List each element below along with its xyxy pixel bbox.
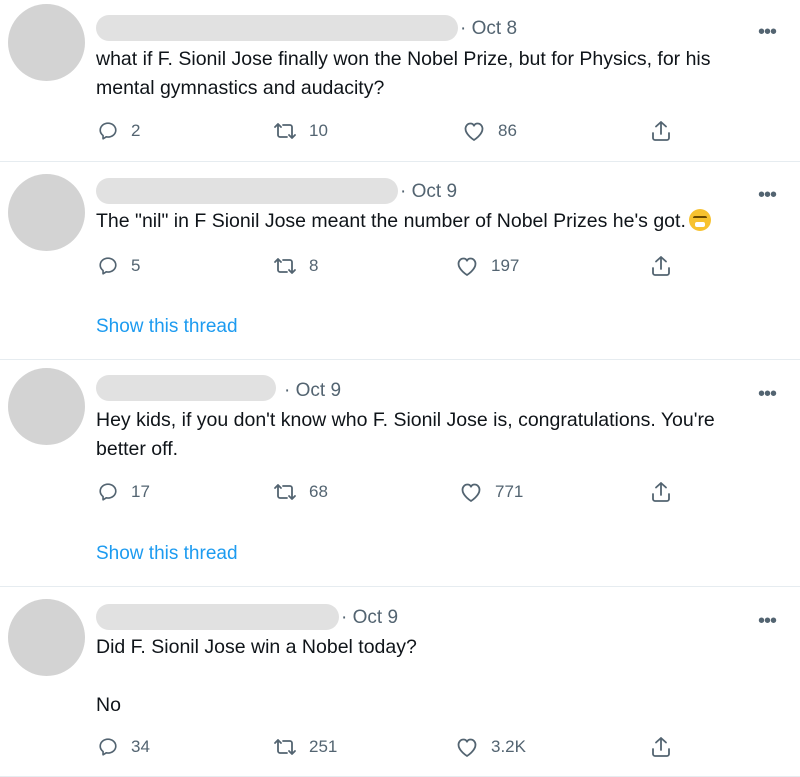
tweet-text-paragraph: No [96,694,121,716]
retweet-count: 68 [309,482,328,501]
more-icon[interactable]: ••• [758,185,777,205]
tweet-text: Hey kids, if you don't know who F. Sioni… [96,406,756,464]
timestamp[interactable]: · Oct 8 [460,18,517,40]
timestamp[interactable]: · Oct 9 [284,380,341,402]
share-icon [652,737,670,757]
show-thread-link[interactable]: Show this thread [96,543,238,565]
tweet-text: The "nil" in F Sionil Jose meant the num… [96,207,756,236]
avatar[interactable] [8,368,85,445]
reply-icon [99,122,117,140]
avatar[interactable] [8,4,85,81]
reply-icon [99,257,117,275]
tweet-text-paragraph: Did F. Sionil Jose win a Nobel today? [96,636,417,658]
like-icon [457,738,477,757]
reply-button[interactable]: 34 [97,736,150,758]
retweet-icon [274,123,296,139]
timestamp[interactable]: · Oct 9 [341,607,398,629]
retweet-button[interactable]: 10 [273,120,328,142]
retweet-button[interactable]: 68 [273,481,328,503]
more-icon[interactable]: ••• [758,384,777,404]
share-icon [652,121,670,141]
like-button[interactable]: 771 [459,481,523,503]
show-thread-link[interactable]: Show this thread [96,316,238,338]
share-button[interactable] [650,735,672,759]
like-count: 3.2K [491,737,526,756]
tweet[interactable]: · Oct 8 ••• what if F. Sionil Jose final… [0,0,800,162]
avatar[interactable] [8,599,85,676]
more-icon[interactable]: ••• [758,611,777,631]
share-button[interactable] [650,480,672,504]
tweet-text-paragraph: The "nil" in F Sionil Jose meant the num… [96,207,756,236]
tweet-text: what if F. Sionil Jose finally won the N… [96,45,756,103]
share-button[interactable] [650,254,672,278]
tweet-text-content: The "nil" in F Sionil Jose meant the num… [96,210,686,232]
retweet-icon [274,484,296,500]
reply-count: 34 [131,737,150,756]
reply-count: 2 [131,121,141,140]
retweet-button[interactable]: 251 [273,736,337,758]
like-button[interactable]: 86 [462,120,517,142]
author-name-redacted[interactable] [96,15,458,41]
tweet[interactable]: · Oct 9 ••• The "nil" in F Sionil Jose m… [0,162,800,360]
retweet-count: 8 [309,256,319,275]
tweet[interactable]: · Oct 9 ••• Did F. Sionil Jose win a Nob… [0,587,800,777]
avatar[interactable] [8,174,85,251]
retweet-count: 251 [309,737,338,756]
retweet-icon [274,258,296,274]
more-icon[interactable]: ••• [758,22,777,42]
like-icon [461,483,481,502]
tweet-text-paragraph: Hey kids, if you don't know who F. Sioni… [96,409,715,460]
author-name-redacted[interactable] [96,178,398,204]
tweet[interactable]: · Oct 9 ••• Hey kids, if you don't know … [0,360,800,587]
like-button[interactable]: 197 [455,255,519,277]
retweet-button[interactable]: 8 [273,255,318,277]
grinning-squinting-face-icon [688,209,711,231]
timestamp[interactable]: · Oct 9 [400,181,457,203]
author-name-redacted[interactable] [96,375,276,401]
share-icon [652,482,670,502]
like-button[interactable]: 3.2K [455,736,526,758]
author-name-redacted[interactable] [96,604,339,630]
retweet-count: 10 [309,121,328,140]
like-icon [457,257,477,276]
reply-button[interactable]: 5 [97,255,140,277]
share-icon [652,256,670,276]
like-icon [464,122,484,141]
reply-icon [99,738,117,756]
like-count: 771 [495,482,524,501]
reply-icon [99,483,117,501]
tweet-text-paragraph: what if F. Sionil Jose finally won the N… [96,48,711,99]
tweet-text: Did F. Sionil Jose win a Nobel today? No [96,633,756,720]
reply-button[interactable]: 2 [97,120,140,142]
reply-count: 17 [131,482,150,501]
reply-count: 5 [131,256,141,275]
reply-button[interactable]: 17 [97,481,150,503]
like-count: 86 [498,121,517,140]
retweet-icon [274,739,296,755]
share-button[interactable] [650,119,672,143]
like-count: 197 [491,256,520,275]
